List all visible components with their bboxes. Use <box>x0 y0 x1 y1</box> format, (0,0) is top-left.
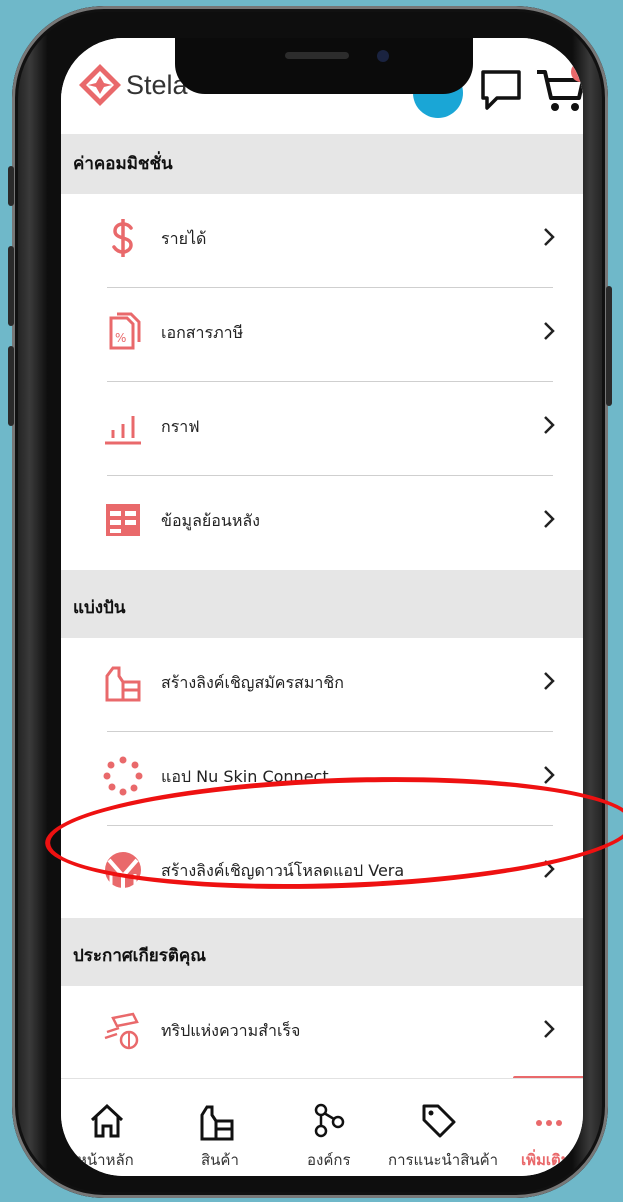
nav-products[interactable]: สินค้า <box>181 1079 251 1176</box>
menu-item-label: สร้างลิงค์เชิญดาวน์โหลดแอป Vera <box>161 861 405 880</box>
section-title: แบ่งปัน <box>73 598 126 618</box>
bar-graph-icon <box>105 416 141 445</box>
menu-item-label: สร้างลิงค์เชิญสมัครสมาชิก <box>161 673 344 692</box>
side-button <box>8 346 14 426</box>
menu-item-income[interactable]: รายได้ <box>73 194 583 288</box>
nav-product-recommendations[interactable]: การแนะนำสินค้า <box>383 1079 498 1176</box>
products-icon <box>105 666 141 702</box>
svg-text:%: % <box>115 331 126 345</box>
section-header-recognition: ประกาศเกียรติคุณ <box>61 918 583 986</box>
table-icon <box>106 504 140 536</box>
tag-icon <box>422 1104 456 1138</box>
notch <box>175 38 473 94</box>
menu-item-invite-signup[interactable]: สร้างลิงค์เชิญสมัครสมาชิก <box>73 638 583 732</box>
chat-icon[interactable] <box>479 68 523 112</box>
phone-frame: Stela ค่าคอมมิชชั่น รายได้ % เอกสารภาษี … <box>8 6 612 1198</box>
camera <box>377 50 389 62</box>
products-icon <box>200 1105 234 1141</box>
section-header-commission: ค่าคอมมิชชั่น <box>61 134 583 194</box>
menu-item-tax-documents[interactable]: % เอกสารภาษี <box>73 288 583 382</box>
stela-logo-icon <box>79 64 121 106</box>
nav-organization[interactable]: องค์กร <box>289 1079 369 1176</box>
side-button <box>606 286 612 406</box>
commission-card: รายได้ % เอกสารภาษี กราฟ ข้อมูลย้อนหลัง <box>73 194 583 570</box>
phone-screen: Stela ค่าคอมมิชชั่น รายได้ % เอกสารภาษี … <box>61 38 583 1176</box>
more-icon <box>536 1120 562 1126</box>
nav-label: เพิ่มเติม <box>521 1151 571 1169</box>
menu-item-history[interactable]: ข้อมูลย้อนหลัง <box>73 476 583 570</box>
speaker <box>285 52 349 59</box>
chevron-right-icon <box>544 416 555 434</box>
nav-label: สินค้า <box>201 1151 239 1169</box>
chevron-right-icon <box>544 228 555 246</box>
menu-item-label: แอป Nu Skin Connect <box>161 767 329 786</box>
organization-icon <box>314 1103 345 1138</box>
share-card: สร้างลิงค์เชิญสมัครสมาชิก แอป Nu Skin Co… <box>73 638 583 918</box>
trip-icon <box>104 1012 139 1050</box>
bottom-nav: หน้าหลัก สินค้า องค์กร การแนะนำสินค้า เพ… <box>61 1078 583 1176</box>
home-icon <box>90 1103 124 1138</box>
menu-item-nu-skin-connect[interactable]: แอป Nu Skin Connect <box>73 732 583 826</box>
vera-icon <box>105 852 141 890</box>
nav-more[interactable]: เพิ่มเติม <box>513 1079 583 1176</box>
chevron-right-icon <box>544 510 555 528</box>
menu-item-success-trip[interactable]: ทริปแห่งความสำเร็จ <box>73 986 583 1080</box>
menu-item-graph[interactable]: กราฟ <box>73 382 583 476</box>
chevron-right-icon <box>544 860 555 878</box>
nav-label: องค์กร <box>307 1151 351 1169</box>
stela-logo[interactable]: Stela <box>77 62 188 108</box>
section-header-share: แบ่งปัน <box>61 570 583 638</box>
menu-item-label: รายได้ <box>161 229 207 248</box>
menu-item-label: ทริปแห่งความสำเร็จ <box>161 1021 301 1040</box>
dots-circle-icon <box>103 756 143 796</box>
recognition-card: ทริปแห่งความสำเร็จ <box>73 986 583 1078</box>
nav-home[interactable]: หน้าหลัก <box>71 1079 141 1176</box>
menu-item-label: ข้อมูลย้อนหลัง <box>161 511 260 530</box>
nav-label: การแนะนำสินค้า <box>388 1151 499 1169</box>
section-title: ค่าคอมมิชชั่น <box>73 154 173 174</box>
menu-item-label: เอกสารภาษี <box>161 323 244 342</box>
tax-document-icon: % <box>109 312 141 350</box>
dollar-icon <box>112 219 133 257</box>
chevron-right-icon <box>544 766 555 784</box>
section-title: ประกาศเกียรติคุณ <box>73 946 207 966</box>
side-button <box>8 246 14 326</box>
side-button <box>8 166 14 206</box>
nav-label: หน้าหลัก <box>77 1151 134 1169</box>
cart-icon[interactable] <box>535 66 583 114</box>
chevron-right-icon <box>544 672 555 690</box>
chevron-right-icon <box>544 322 555 340</box>
menu-item-invite-vera[interactable]: สร้างลิงค์เชิญดาวน์โหลดแอป Vera <box>73 826 583 920</box>
chevron-right-icon <box>544 1020 555 1038</box>
menu-item-label: กราฟ <box>161 417 200 436</box>
